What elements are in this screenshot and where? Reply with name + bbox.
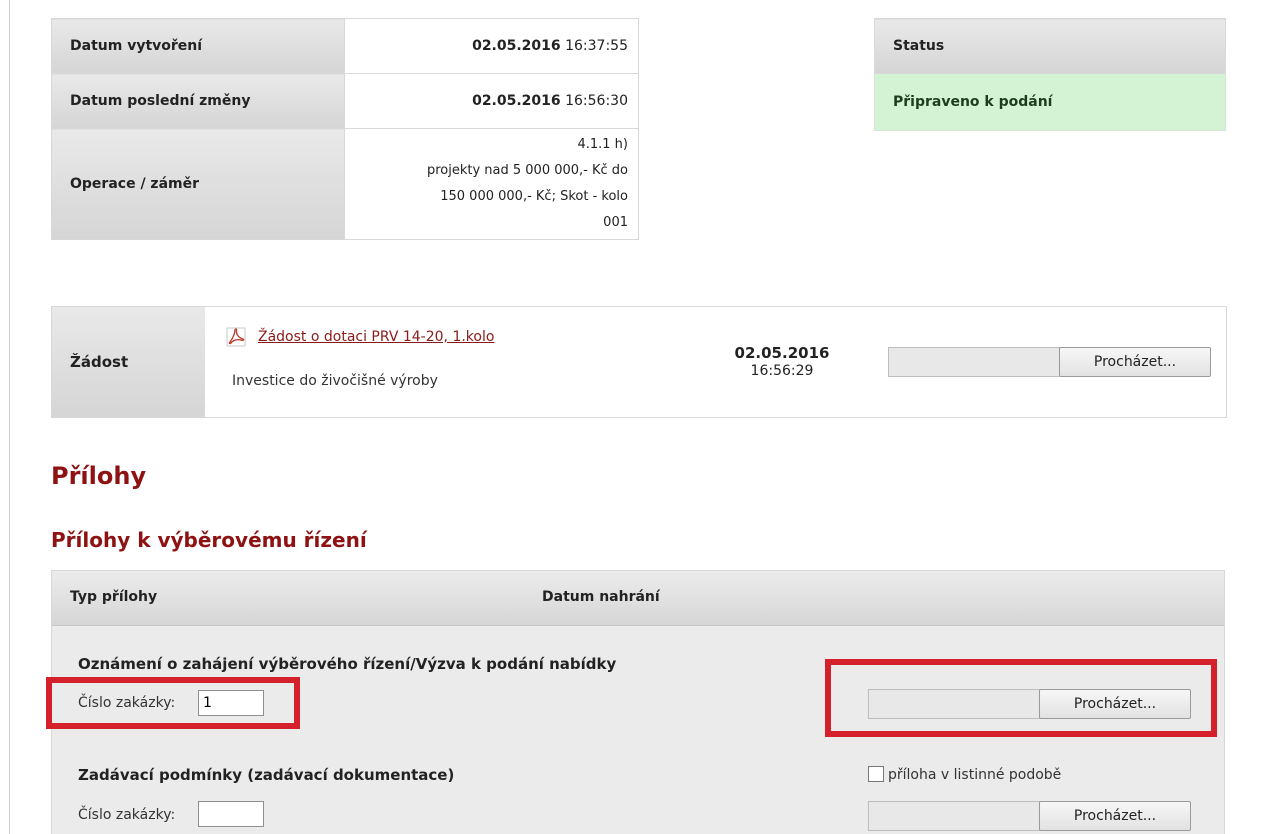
- status-badge: Připraveno k podání: [874, 73, 1226, 131]
- status-header: Status: [874, 18, 1226, 74]
- application-label: Žádost: [52, 307, 205, 417]
- paper-form-checkbox[interactable]: [868, 766, 884, 782]
- operation-label: Operace / záměr: [51, 128, 345, 240]
- status-table: Status Připraveno k podání: [874, 18, 1226, 131]
- operation-value: 4.1.1 h) projekty nad 5 000 000,- Kč do …: [344, 128, 639, 240]
- application-pdf-link[interactable]: Žádost o dotaci PRV 14-20, 1.kolo: [258, 329, 494, 345]
- page-left-border: [9, 0, 10, 834]
- tender-attachments-title: Přílohy k výběrovému řízení: [51, 528, 367, 552]
- pdf-icon: [226, 327, 246, 347]
- attachment-file-picker[interactable]: Procházet...: [868, 801, 1191, 831]
- col-upload-date: Datum nahrání: [542, 589, 660, 605]
- attachment-file-path[interactable]: [868, 801, 1040, 831]
- modified-label: Datum poslední změny: [51, 73, 345, 129]
- application-info-table: Datum vytvoření 02.05.2016 16:37:55 Datu…: [51, 18, 639, 240]
- attachments-table-header: Typ přílohy Datum nahrání: [52, 571, 1224, 626]
- application-upload-date: 02.05.2016 16:56:29: [734, 344, 830, 380]
- highlight-box: [46, 677, 300, 729]
- application-file-picker[interactable]: Procházet...: [888, 347, 1211, 377]
- attachment-title: Zadávací podmínky (zadávací dokumentace): [78, 766, 455, 784]
- application-file-path[interactable]: [888, 347, 1060, 377]
- order-number-input[interactable]: [198, 801, 264, 827]
- attachment-browse-button[interactable]: Procházet...: [1039, 801, 1191, 831]
- modified-value: 02.05.2016 16:56:30: [344, 73, 639, 129]
- application-subtitle: Investice do živočišné výroby: [232, 373, 438, 389]
- application-document-row: Žádost Žádost o dotaci PRV 14-20, 1.kolo…: [51, 306, 1227, 418]
- attachment-title: Oznámení o zahájení výběrového řízení/Vý…: [78, 655, 617, 673]
- highlight-box: [825, 659, 1217, 737]
- created-label: Datum vytvoření: [51, 18, 345, 74]
- attachments-title: Přílohy: [51, 462, 147, 490]
- paper-form-label: příloha v listinné podobě: [888, 767, 1062, 783]
- col-attachment-type: Typ přílohy: [70, 589, 158, 605]
- application-browse-button[interactable]: Procházet...: [1059, 347, 1211, 377]
- created-value: 02.05.2016 16:37:55: [344, 18, 639, 74]
- tender-attachments-table: Typ přílohy Datum nahrání Oznámení o zah…: [46, 570, 1225, 834]
- order-number-label: Číslo zakázky:: [78, 807, 176, 823]
